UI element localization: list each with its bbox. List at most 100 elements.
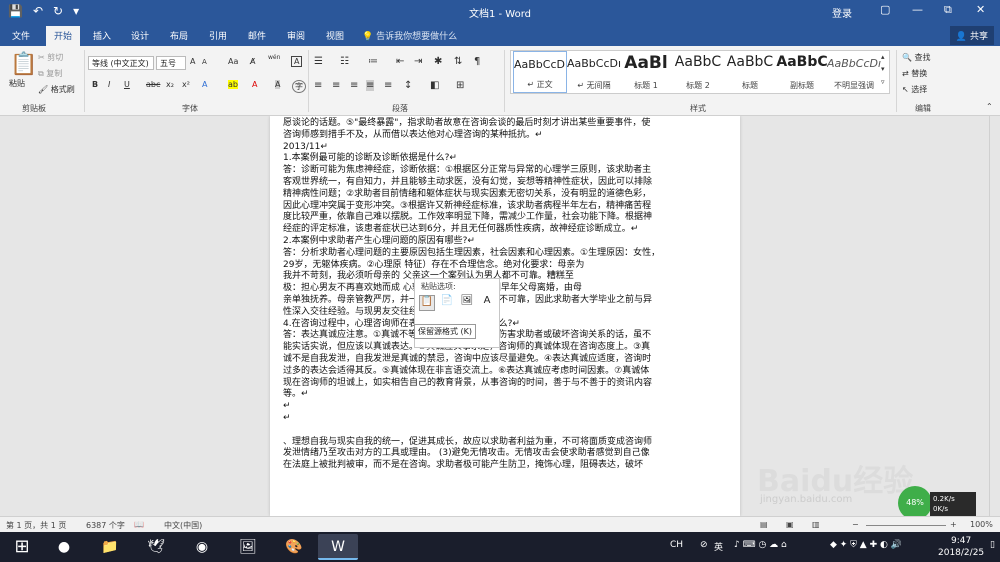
document-line[interactable]: 因此心理冲突属于变形冲突。③根据许又新神经症标准，该求助者病程半年左右，精神痛苦… bbox=[283, 201, 713, 213]
grow-font-button[interactable]: A bbox=[190, 57, 195, 66]
font-color-icon[interactable]: A bbox=[252, 80, 257, 89]
keep-text-only-icon[interactable]: A bbox=[479, 295, 495, 311]
app-360-icon[interactable]: ● bbox=[44, 534, 84, 560]
styles-scroll-up-icon[interactable]: ▴ bbox=[881, 53, 885, 61]
document-line[interactable]: 在法庭上被批判被审，而不是在咨询。求助者极可能产生防卫，掩饰心理，阻碍表达，破坏 bbox=[283, 460, 713, 472]
decrease-indent-icon[interactable]: ⇤ bbox=[396, 56, 404, 67]
tab-design[interactable]: 设计 bbox=[131, 29, 149, 42]
bold-button[interactable]: B bbox=[92, 80, 98, 89]
document-line[interactable] bbox=[283, 425, 713, 437]
format-painter-button[interactable]: 🖌 格式刷 bbox=[38, 84, 75, 95]
select-button[interactable]: ↖ 选择 bbox=[902, 84, 927, 95]
change-case-button[interactable]: Aa bbox=[228, 57, 238, 66]
notification-icon[interactable]: ▯ bbox=[990, 540, 995, 550]
italic-button[interactable]: I bbox=[108, 80, 110, 89]
style-normal[interactable]: AaBbCcDı ↵ 正文 bbox=[513, 51, 567, 93]
tab-mailings[interactable]: 邮件 bbox=[248, 29, 266, 42]
vertical-scrollbar[interactable] bbox=[989, 116, 1000, 516]
char-shading-icon[interactable]: A bbox=[275, 80, 281, 89]
app-bird-icon[interactable]: 🕊 bbox=[136, 534, 176, 560]
style-heading-2[interactable]: AaBbC 标题 2 bbox=[671, 51, 725, 93]
language-indicator[interactable]: 中文(中国) bbox=[164, 520, 202, 531]
cut-button[interactable]: ✂ 剪切 bbox=[38, 52, 63, 63]
bullets-icon[interactable]: ☰ bbox=[314, 56, 323, 67]
superscript-button[interactable]: x² bbox=[182, 80, 190, 89]
numbering-icon[interactable]: ☷ bbox=[340, 56, 349, 67]
close-button[interactable]: ✕ bbox=[976, 3, 985, 16]
page-count[interactable]: 第 1 页，共 1 页 bbox=[6, 520, 66, 531]
underline-button[interactable]: U bbox=[124, 80, 130, 89]
tray-apps-icon[interactable]: ◆ ✦ ⛨ ▲ ✚ ◐ 🔊 bbox=[830, 540, 902, 550]
document-line[interactable]: 客观世界统一，有自知力，并且能够主动求医，没有幻觉，妄想等精神性症状，因此可以排… bbox=[283, 177, 713, 189]
document-page[interactable]: 愿谈论的话题。⑤"最终暴露"，指求助者故意在咨询会谈的最后时刻才讲出某些重要事件… bbox=[270, 116, 740, 516]
tab-layout[interactable]: 布局 bbox=[170, 29, 188, 42]
shading-icon[interactable]: ◧ bbox=[430, 80, 439, 91]
proofing-icon[interactable]: 📖 bbox=[134, 520, 144, 529]
document-line[interactable]: 答：分析求助者心理问题的主要原因包括生理因素，社会因素和心理因素。①生理原因：女… bbox=[283, 248, 713, 260]
print-layout-icon[interactable]: ▣ bbox=[786, 520, 794, 529]
sort-icon[interactable]: ⇅ bbox=[454, 56, 462, 67]
system-clock[interactable]: 9:47 2018/2/25 bbox=[938, 535, 984, 559]
document-line[interactable]: ↵ bbox=[283, 401, 713, 413]
align-left-icon[interactable]: ≡ bbox=[314, 80, 322, 91]
tab-review[interactable]: 审阅 bbox=[287, 29, 305, 42]
document-line[interactable]: 愿谈论的话题。⑤"最终暴露"，指求助者故意在咨询会谈的最后时刻才讲出某些重要事件… bbox=[283, 118, 713, 130]
zoom-slider[interactable] bbox=[866, 525, 946, 526]
document-line[interactable]: 咨询师感到措手不及，从而借以表达他对心理咨询的某种抵抗。↵ bbox=[283, 130, 713, 142]
ribbon-display-icon[interactable]: ▢ bbox=[880, 3, 890, 16]
style-title[interactable]: AaBbC 标题 bbox=[723, 51, 777, 93]
ime-ch[interactable]: CH bbox=[670, 540, 683, 550]
share-button[interactable]: 👤 共享 bbox=[949, 26, 994, 45]
tab-home[interactable]: 开始 bbox=[46, 26, 81, 46]
minimize-button[interactable]: — bbox=[912, 3, 923, 16]
ime-mode-icon[interactable]: ⊘ bbox=[700, 540, 708, 550]
enclose-char-icon[interactable]: 字 bbox=[292, 80, 306, 93]
clear-format-icon[interactable]: A̸ bbox=[250, 57, 255, 66]
tab-references[interactable]: 引用 bbox=[209, 29, 227, 42]
strikethrough-button[interactable]: abc bbox=[146, 80, 160, 89]
text-effects-icon[interactable]: A bbox=[202, 80, 207, 89]
web-layout-icon[interactable]: ▥ bbox=[812, 520, 820, 529]
align-right-icon[interactable]: ≡ bbox=[350, 80, 358, 91]
tab-file[interactable]: 文件 bbox=[12, 29, 30, 42]
document-line[interactable]: 2013/11↵ bbox=[283, 142, 713, 154]
word-app-icon[interactable]: W bbox=[318, 534, 358, 560]
keep-source-format-icon[interactable]: 📋 bbox=[419, 295, 435, 311]
document-line[interactable]: 1.本案例最可能的诊断及诊断依据是什么?↵ bbox=[283, 153, 713, 165]
document-line[interactable]: 经症的评定标准，该患者症状已达到6分，并且无任何器质性疾病，故神经症诊断成立。↵ bbox=[283, 224, 713, 236]
document-line[interactable]: 29岁，无躯体疾病。②心理原 特征）存在不合理信念。绝对化要求：母亲为 bbox=[283, 260, 713, 272]
tab-insert[interactable]: 插入 bbox=[93, 29, 111, 42]
highlight-icon[interactable]: ab bbox=[228, 80, 238, 89]
document-line[interactable]: 答：诊断可能为焦虑神经症，诊断依据：①根据区分正常与异常的心理学三原则，该求助者… bbox=[283, 165, 713, 177]
styles-scroll-down-icon[interactable]: ▾ bbox=[881, 65, 885, 73]
document-line[interactable]: 度比较严重，依靠自己难以摆脱。工作效率明显下降，需减少工作量，社会功能下降。根据… bbox=[283, 212, 713, 224]
document-line[interactable]: 、理想自我与现实自我的统一，促进其成长，故应以求助者利益为重，不可将面质变成咨询… bbox=[283, 437, 713, 449]
zoom-in-icon[interactable]: + bbox=[950, 520, 957, 529]
show-marks-icon[interactable]: ¶ bbox=[474, 56, 480, 67]
style-subtitle[interactable]: AaBbC 副标题 bbox=[775, 51, 829, 93]
char-border-button[interactable]: A bbox=[291, 56, 303, 67]
document-line[interactable]: ↵ bbox=[283, 413, 713, 425]
style-no-spacing[interactable]: AaBbCcDı ↵ 无间隔 bbox=[567, 51, 621, 93]
start-button-icon[interactable]: ⊞ bbox=[2, 534, 42, 560]
document-line[interactable]: 诚不是自我发泄，自我发泄是真诚的禁忌，咨询中应该尽量避免。④表达真诚应适度，咨询… bbox=[283, 354, 713, 366]
file-explorer-icon[interactable]: 📁 bbox=[90, 534, 130, 560]
phonetic-button[interactable]: wén bbox=[268, 54, 280, 61]
document-line[interactable]: 精神病性问题；②求助者目前情绪和躯体症状与现实因素无密切关系，没有明显的道德色彩… bbox=[283, 189, 713, 201]
collapse-ribbon-icon[interactable]: ⌃ bbox=[986, 102, 993, 111]
styles-more-icon[interactable]: ▿ bbox=[881, 78, 885, 86]
restore-button[interactable]: ⧉ bbox=[944, 3, 952, 17]
find-button[interactable]: 🔍 查找 bbox=[902, 52, 931, 63]
paint-icon[interactable]: 🎨 bbox=[274, 534, 314, 560]
tell-me-search[interactable]: 💡 告诉我你想要做什么 bbox=[362, 29, 457, 42]
subscript-button[interactable]: x₂ bbox=[166, 80, 174, 89]
replace-button[interactable]: ⇄ 替换 bbox=[902, 68, 927, 79]
app-image-icon[interactable]: 🖼 bbox=[228, 534, 268, 560]
paste-button[interactable]: 粘贴 bbox=[9, 78, 25, 89]
justify-icon[interactable]: ≡ bbox=[366, 80, 375, 91]
word-count[interactable]: 6387 个字 bbox=[86, 520, 125, 531]
copy-button[interactable]: ⧉ 复制 bbox=[38, 68, 62, 79]
document-line[interactable]: 2.本案例中求助者产生心理问题的原因有哪些?↵ bbox=[283, 236, 713, 248]
multilevel-list-icon[interactable]: ≔ bbox=[368, 56, 378, 67]
align-center-icon[interactable]: ≡ bbox=[332, 80, 340, 91]
